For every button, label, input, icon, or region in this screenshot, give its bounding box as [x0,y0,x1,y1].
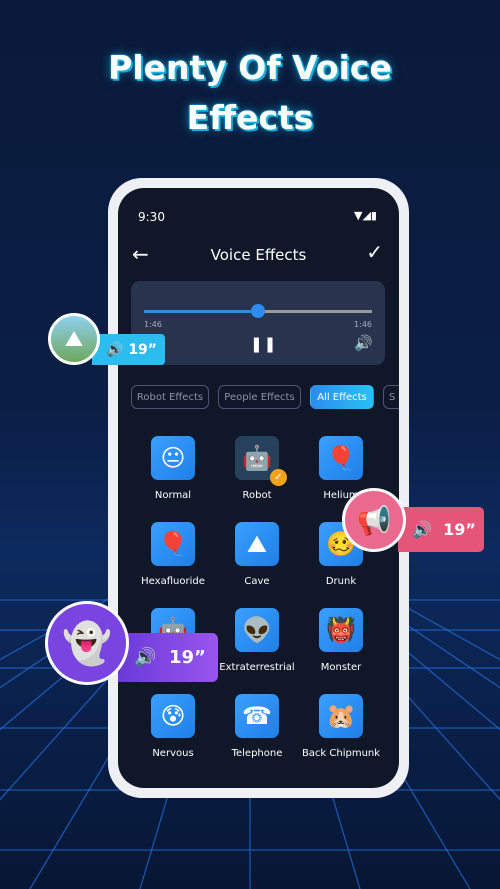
effect-icon: ⛰ [235,522,279,566]
badge-ghost-duration: 🔊 19” [118,633,218,682]
pause-icon[interactable]: ❚❚ [250,335,277,353]
duration-text: 19” [443,520,476,539]
phone-frame: 9:30 ▼◢▮ ← Voice Effects ✓ 1:46 1:46 ❚❚ … [108,178,409,798]
effect-label: Nervous [152,748,194,759]
seek-progress [144,310,258,313]
effect-label: Telephone [231,748,283,759]
effect-icon: 🎈 [151,522,195,566]
effect-item[interactable]: 😐 Normal [131,436,215,503]
speaker-icon: 🔊 [106,341,124,358]
effect-label: Cave [244,576,270,587]
effect-item[interactable]: ☎ Telephone [215,694,299,761]
seek-handle[interactable] [251,304,265,318]
effect-item[interactable]: 🐹 Back Chipmunk [299,694,383,761]
check-icon[interactable]: ✓ [366,240,383,264]
speaker-icon: 🔊 [134,647,157,668]
elapsed-time: 1:46 [144,320,162,329]
effect-item[interactable]: 🤖 ✓ Robot [215,436,299,503]
duration-text: 19” [168,647,206,668]
ghost-badge-icon: 👻 [45,601,129,685]
audio-player: 1:46 1:46 ❚❚ 🔊 [131,281,385,365]
effect-item[interactable]: 👽 Extraterrestrial [215,608,299,675]
badge-cave-duration: 🔊 19” [92,334,165,365]
effect-icon: 🤖 ✓ [235,436,287,486]
speaker-icon: 🔊 [412,520,432,539]
phone-screen: 9:30 ▼◢▮ ← Voice Effects ✓ 1:46 1:46 ❚❚ … [118,188,399,788]
effect-icon: 🎈 [319,436,363,480]
filter-robot-effects[interactable]: Robot Effects [131,385,209,409]
total-time: 1:46 [354,320,372,329]
headline-line-2: Effects [186,98,314,137]
effect-label: Drunk [325,576,357,587]
volume-icon[interactable]: 🔊 [354,334,373,352]
effect-icon: 😐 [151,436,195,480]
effect-label: Hexafluoride [141,576,205,587]
page-title: Voice Effects [210,246,307,264]
filter-people-effects[interactable]: People Effects [218,385,301,409]
effect-label: Normal [154,490,192,501]
effect-label: Robot [242,490,272,501]
selected-check-icon: ✓ [270,469,287,486]
effect-label: Monster [320,662,362,673]
effect-icon: 👽 [235,608,279,652]
headline-line-1: Plenty Of Voice [108,48,392,87]
effect-item[interactable]: 🎈 Hexafluoride [131,522,215,589]
megaphone-badge-icon: 📢 [342,488,406,552]
effect-item[interactable]: ⛰ Cave [215,522,299,589]
status-icons: ▼◢▮ [354,209,377,222]
effect-item[interactable]: 😰 Nervous [131,694,215,761]
cave-badge-icon: ⛰ [48,313,100,365]
filter-more[interactable]: S [383,385,399,409]
effect-icon: 🐹 [319,694,363,738]
status-time: 9:30 [138,210,165,224]
effect-icon: 😰 [151,694,195,738]
effect-label: Back Chipmunk [301,748,381,759]
effect-icon: 👹 [319,608,363,652]
effect-item[interactable]: 👹 Monster [299,608,383,675]
badge-megaphone-duration: 🔊 19” [398,507,484,552]
duration-text: 19” [128,341,157,358]
filter-all-effects[interactable]: All Effects [310,385,374,409]
effect-icon: ☎ [235,694,279,738]
effect-label: Extraterrestrial [219,662,295,673]
